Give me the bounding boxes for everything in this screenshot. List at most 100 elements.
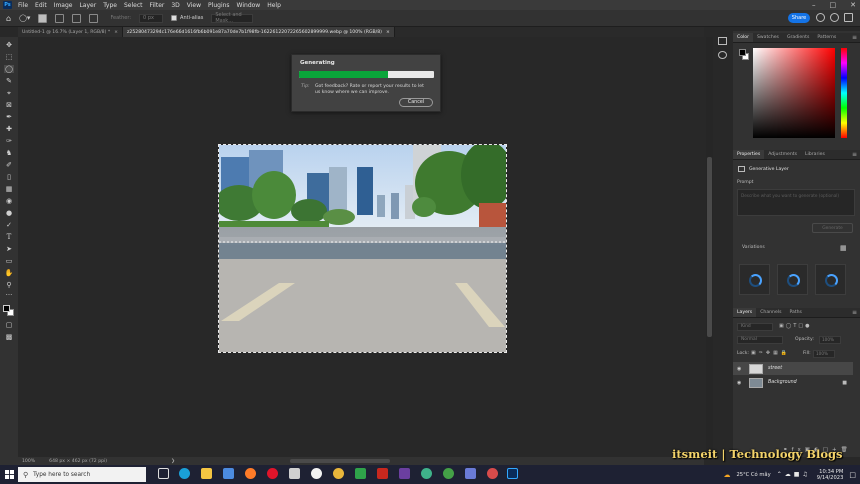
filezilla-icon[interactable] — [377, 468, 388, 479]
marquee-tool-icon[interactable]: ⬚ — [4, 53, 14, 61]
scroll-thumb[interactable] — [707, 157, 712, 337]
share-button[interactable]: Share — [788, 13, 810, 23]
canvas-vertical-scrollbar[interactable] — [706, 37, 713, 457]
tab-paths[interactable]: Paths — [785, 308, 806, 317]
menu-type[interactable]: Type — [103, 2, 117, 9]
search-icon[interactable] — [816, 13, 825, 22]
chrome-icon[interactable] — [333, 468, 344, 479]
lasso-tool-icon[interactable]: ◯ — [4, 65, 14, 73]
brush-panel-icon[interactable] — [718, 51, 727, 59]
add-selection-icon[interactable] — [55, 13, 65, 23]
frame-tool-icon[interactable]: ⊠ — [4, 101, 14, 109]
variation-thumbnail[interactable] — [739, 264, 770, 295]
app-icon[interactable] — [355, 468, 366, 479]
variation-thumbnail[interactable] — [815, 264, 846, 295]
path-select-tool-icon[interactable]: ➤ — [4, 245, 14, 253]
menu-select[interactable]: Select — [124, 2, 143, 9]
dodge-tool-icon[interactable]: ● — [4, 209, 14, 217]
edge-icon[interactable] — [179, 468, 190, 479]
tab-channels[interactable]: Channels — [756, 308, 785, 317]
hue-slider[interactable] — [841, 48, 847, 138]
more-tools-icon[interactable]: ··· — [4, 291, 14, 299]
hand-tool-icon[interactable]: ✋ — [4, 269, 14, 277]
file-explorer-icon[interactable] — [201, 468, 212, 479]
menu-filter[interactable]: Filter — [150, 2, 165, 9]
eyedropper-tool-icon[interactable]: ✒ — [4, 113, 14, 121]
panel-menu-icon[interactable]: ≡ — [852, 309, 857, 316]
home-icon[interactable]: ⌂ — [6, 14, 11, 23]
close-icon[interactable]: × — [114, 30, 118, 35]
crop-tool-icon[interactable]: ⌖ — [4, 89, 14, 97]
opacity-input[interactable]: 100% — [819, 336, 841, 344]
object-select-tool-icon[interactable]: ✎ — [4, 77, 14, 85]
status-arrow-icon[interactable]: ❯ — [171, 459, 175, 464]
weather-text[interactable]: 25°C Có mây — [736, 472, 770, 478]
blend-mode-select[interactable]: Normal — [737, 336, 783, 344]
tab-layers[interactable]: Layers — [733, 308, 757, 317]
menu-view[interactable]: View — [187, 2, 201, 9]
new-selection-icon[interactable] — [38, 13, 48, 23]
zoom-tool-icon[interactable]: ⚲ — [4, 281, 14, 289]
visibility-eye-icon[interactable]: ◉ — [737, 380, 744, 386]
layer-row[interactable]: ◉ street — [733, 362, 853, 375]
help-icon[interactable] — [830, 13, 839, 22]
menu-3d[interactable]: 3D — [171, 2, 179, 9]
grid-view-icon[interactable]: ▦ — [840, 244, 847, 252]
store-icon[interactable] — [223, 468, 234, 479]
generate-button[interactable]: Generate — [812, 223, 853, 233]
notification-icon[interactable]: □ — [849, 471, 856, 479]
anti-alias-checkbox[interactable] — [171, 15, 178, 21]
cancel-button[interactable]: Cancel — [399, 98, 433, 107]
screen-mode-icon[interactable]: ▩ — [4, 333, 14, 341]
move-tool-icon[interactable]: ✥ — [4, 41, 14, 49]
tab-active-document[interactable]: z25280473294c176e66d1616fb6b091e87a70de7… — [123, 27, 395, 37]
app-icon[interactable] — [289, 468, 300, 479]
firefox-icon[interactable] — [245, 468, 256, 479]
menu-edit[interactable]: Edit — [35, 2, 47, 9]
menu-layer[interactable]: Layer — [79, 2, 96, 9]
minimize-icon[interactable]: – — [812, 1, 816, 9]
layer-row[interactable]: ◉ Background ■ — [733, 376, 853, 389]
start-button[interactable] — [0, 465, 18, 484]
subtract-selection-icon[interactable] — [72, 13, 82, 23]
select-and-mask-button[interactable]: Select and Mask... — [211, 12, 254, 24]
workspace-icon[interactable] — [844, 13, 853, 22]
brush-tool-icon[interactable]: ✑ — [4, 137, 14, 145]
app-icon[interactable] — [487, 468, 498, 479]
close-icon[interactable]: ✕ — [850, 1, 856, 9]
tab-properties[interactable]: Properties — [733, 150, 765, 159]
intersect-selection-icon[interactable] — [89, 13, 99, 23]
opera-icon[interactable] — [267, 468, 278, 479]
tab-libraries[interactable]: Libraries — [801, 150, 829, 159]
zoom-level[interactable]: 100% — [22, 459, 35, 464]
eraser-tool-icon[interactable]: ▯ — [4, 173, 14, 181]
healing-brush-icon[interactable]: ✚ — [4, 125, 14, 133]
layer-filter-icons[interactable]: ▣◯T□● — [779, 323, 811, 329]
document-image[interactable] — [218, 144, 507, 353]
feather-input[interactable]: 0 px — [139, 13, 164, 23]
layer-kind-filter[interactable]: Kind — [737, 323, 773, 331]
panel-menu-icon[interactable]: ≡ — [852, 34, 857, 41]
tab-gradients[interactable]: Gradients — [783, 33, 813, 42]
menu-plugins[interactable]: Plugins — [208, 2, 230, 9]
app-icon[interactable] — [421, 468, 432, 479]
canvas-horizontal-scrollbar[interactable] — [290, 459, 390, 463]
visibility-eye-icon[interactable]: ◉ — [737, 366, 744, 372]
rectangle-tool-icon[interactable]: ▭ — [4, 257, 14, 265]
quick-mask-icon[interactable]: ▢ — [4, 321, 14, 329]
tab-adjustments[interactable]: Adjustments — [764, 150, 801, 159]
tab-swatches[interactable]: Swatches — [753, 33, 783, 42]
panel-menu-icon[interactable]: ≡ — [852, 151, 857, 158]
lock-icons[interactable]: ▣✑✥▦🔒 — [751, 350, 790, 356]
prompt-input[interactable]: Describe what you want to generate (opti… — [737, 189, 855, 216]
tab-patterns[interactable]: Patterns — [813, 33, 840, 42]
stamp-tool-icon[interactable]: ♞ — [4, 149, 14, 157]
app-icon[interactable] — [399, 468, 410, 479]
variation-thumbnail[interactable] — [777, 264, 808, 295]
close-icon[interactable]: × — [386, 30, 390, 35]
menu-help[interactable]: Help — [267, 2, 281, 9]
maximize-icon[interactable]: □ — [830, 1, 837, 9]
fill-input[interactable]: 100% — [813, 350, 835, 358]
gradient-tool-icon[interactable]: ▦ — [4, 185, 14, 193]
history-brush-icon[interactable]: ✐ — [4, 161, 14, 169]
